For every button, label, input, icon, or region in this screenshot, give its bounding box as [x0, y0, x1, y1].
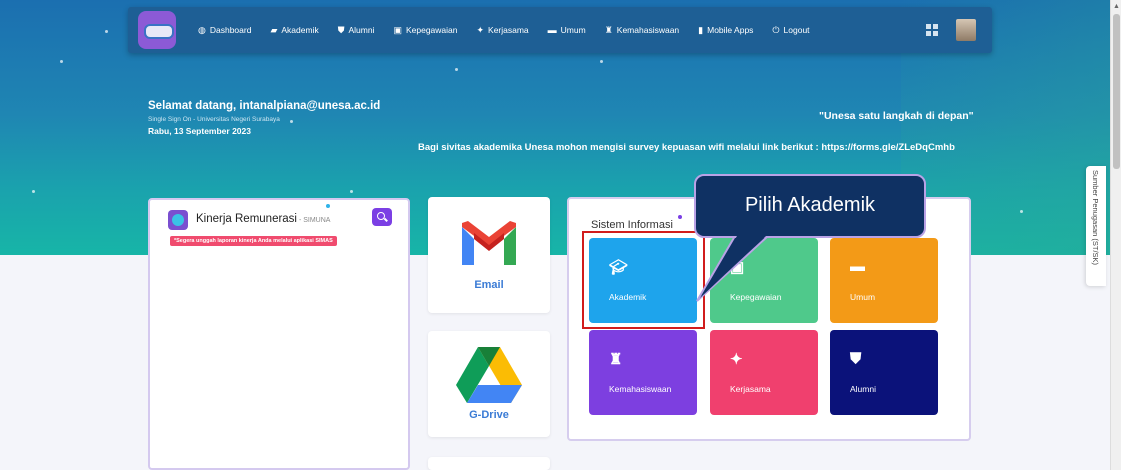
scroll-up-icon[interactable]: ▲	[1113, 3, 1120, 10]
gdrive-label: G-Drive	[469, 409, 509, 421]
apps-grid-icon[interactable]	[926, 24, 938, 36]
side-tab-label: Sumber Penugasan (ST/SK)	[1091, 170, 1100, 266]
nav-label: Dashboard	[209, 25, 252, 35]
kinerja-alert: *Segera unggah laporan kinerja Anda mela…	[170, 236, 337, 246]
nav-mobile-apps[interactable]: ▮ Mobile Apps	[698, 25, 753, 36]
welcome-text: Selamat datang, intanalpiana@unesa.ac.id	[148, 100, 381, 112]
tile-kepegawaian[interactable]: ▣ Kepegawaian	[710, 238, 818, 323]
nav-umum[interactable]: ▬ Umum	[548, 25, 586, 35]
tile-kerjasama[interactable]: ✦ Kerjasama	[710, 330, 818, 415]
comment-icon: ▬	[547, 25, 557, 35]
tile-label: Alumni	[850, 384, 876, 394]
sumber-penugasan-tab[interactable]: Sumber Penugasan (ST/SK)	[1086, 166, 1106, 286]
notification-dot	[678, 215, 682, 219]
tile-label: Umum	[850, 292, 876, 302]
nav-label: Logout	[783, 25, 810, 35]
kinerja-card: Kinerja Remunerasi - SIMUNA *Segera ungg…	[148, 198, 410, 470]
akademik-highlight-box	[582, 231, 705, 329]
id-card-icon: ▣	[393, 24, 402, 35]
kinerja-subtitle: - SIMUNA	[297, 217, 331, 224]
tile-alumni[interactable]: ⛊ Alumni	[830, 330, 938, 415]
decor-dot	[290, 120, 293, 123]
decor-dot	[600, 60, 603, 63]
simuna-logo	[168, 210, 188, 230]
decor-dot	[1020, 210, 1023, 213]
main-nav: ◍ Dashboard ▰ Akademik ⛊ Alumni ▣ Kepegawaia…	[198, 25, 829, 36]
graduation-cap-icon: ▰	[270, 24, 278, 35]
nav-label: Alumni	[348, 25, 375, 35]
decor-dot	[105, 30, 108, 33]
avatar[interactable]	[956, 19, 976, 41]
motto-text: "Unesa satu langkah di depan"	[819, 110, 974, 122]
callout-text: Pilih Akademik	[744, 194, 876, 216]
nav-kepegawaian[interactable]: ▣ Kepegawaian	[393, 25, 457, 36]
next-app-card[interactable]	[428, 457, 550, 470]
comment-icon: ▬	[850, 258, 865, 275]
gdrive-icon	[456, 347, 522, 403]
nav-kemahasiswaan[interactable]: ♜ Kemahasiswaan	[605, 25, 679, 36]
scroll-thumb[interactable]	[1113, 14, 1120, 169]
app-logo[interactable]	[138, 11, 176, 49]
trophy-icon: ♜	[609, 351, 623, 368]
instruction-callout: Pilih Akademik	[694, 174, 926, 238]
handshake-icon: ✦	[730, 351, 743, 368]
sso-subtitle: Single Sign On - Universitas Negeri Sura…	[148, 116, 280, 123]
user-tie-icon: ⛊	[850, 350, 862, 367]
nav-label: Mobile Apps	[707, 25, 754, 35]
top-navbar: ◍ Dashboard ▰ Akademik ⛊ Alumni ▣ Kepegawaia…	[128, 7, 992, 53]
tile-kemahasiswaan[interactable]: ♜ Kemahasiswaan	[589, 330, 697, 415]
trophy-icon: ♜	[604, 24, 613, 35]
tile-umum[interactable]: ▬ Umum	[830, 238, 938, 323]
scrollbar[interactable]: ▲	[1110, 0, 1121, 470]
nav-dashboard[interactable]: ◍ Dashboard	[198, 25, 251, 36]
tile-label: Kerjasama	[730, 384, 771, 394]
tile-label: Kemahasiswaan	[609, 384, 672, 394]
decor-dot	[350, 190, 353, 193]
sistem-informasi-title: Sistem Informasi	[591, 219, 673, 231]
nav-kerjasama[interactable]: ✦ Kerjasama	[476, 25, 528, 36]
search-button[interactable]	[372, 208, 392, 226]
tile-label: Kepegawaian	[730, 292, 782, 302]
handshake-icon: ✦	[476, 24, 485, 35]
current-date: Rabu, 13 September 2023	[148, 126, 251, 136]
gdrive-card[interactable]: G-Drive	[428, 331, 550, 437]
decor-dot	[60, 60, 63, 63]
survey-notice[interactable]: Bagi sivitas akademika Unesa mohon mengi…	[418, 142, 974, 153]
nav-akademik[interactable]: ▰ Akademik	[270, 25, 318, 36]
nav-label: Akademik	[281, 25, 319, 35]
kinerja-title[interactable]: Kinerja Remunerasi - SIMUNA	[196, 213, 330, 225]
notification-dot	[326, 204, 330, 208]
decor-dot	[455, 68, 458, 71]
power-icon: ⏻	[772, 24, 780, 35]
email-card[interactable]: Email	[428, 197, 550, 313]
user-tie-icon: ⛊	[337, 24, 345, 35]
mobile-icon: ▮	[698, 24, 704, 35]
email-label: Email	[474, 279, 504, 291]
id-card-icon: ▣	[730, 259, 745, 276]
nav-label: Kemahasiswaan	[616, 25, 680, 35]
gmail-icon	[462, 221, 516, 265]
nav-alumni[interactable]: ⛊ Alumni	[338, 25, 375, 36]
nav-right	[926, 19, 976, 41]
dashboard-icon: ◍	[198, 24, 206, 35]
nav-label: Kepegawaian	[405, 25, 458, 35]
nav-label: Kerjasama	[488, 25, 529, 35]
nav-label: Umum	[560, 25, 586, 35]
decor-dot	[32, 190, 35, 193]
nav-logout[interactable]: ⏻ Logout	[772, 25, 809, 36]
